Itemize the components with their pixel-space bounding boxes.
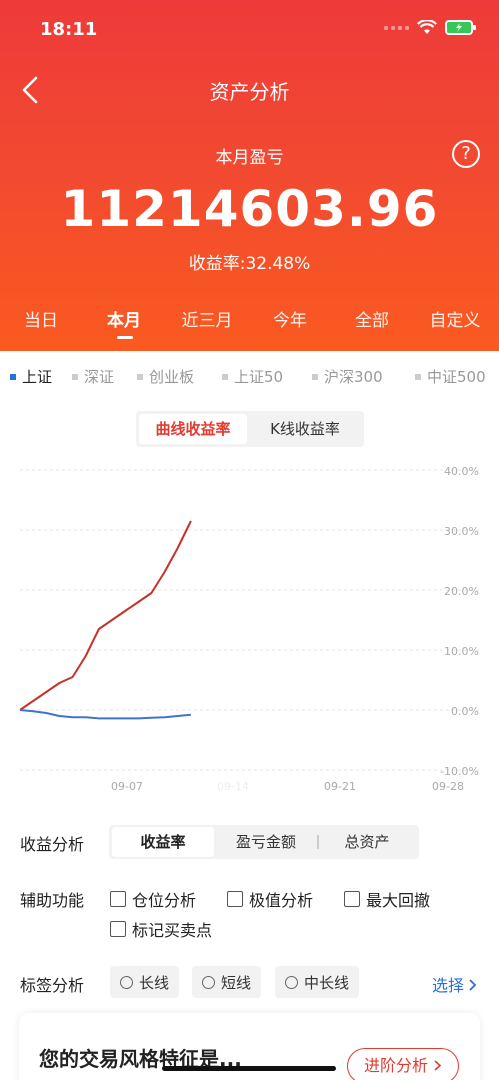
- checkbox-icon: [110, 891, 126, 907]
- income-analysis-switch: 收益率 盈亏金额 总资产: [109, 825, 419, 859]
- index-marker-icon: [72, 373, 78, 380]
- index-tab-hs300[interactable]: 沪深300: [312, 366, 383, 387]
- kline-return-button[interactable]: K线收益率: [250, 414, 360, 444]
- index-tab-sz50[interactable]: 上证50: [222, 366, 283, 387]
- tab-all[interactable]: 全部: [355, 306, 389, 331]
- index-tabs: 上证 深证 创业板 上证50 沪深300 中证500: [0, 366, 499, 388]
- return-rate: 收益率:32.48%: [188, 254, 311, 274]
- index-marker-icon: [10, 373, 16, 380]
- select-label: 选择: [432, 976, 465, 995]
- home-indicator: [162, 1066, 336, 1071]
- chip-label: 长线: [139, 973, 170, 992]
- y-tick-label: 40.0%: [444, 465, 479, 478]
- y-tick-label: 30.0%: [444, 525, 479, 538]
- income-analysis-label: 收益分析: [20, 835, 85, 854]
- return-chart: 40.0% 30.0% 20.0% 10.0% 0.0% -10.0% 09-07 09-14…: [19, 465, 480, 793]
- tab-this-year[interactable]: 今年: [273, 306, 307, 331]
- index-return-line: [19, 709, 191, 720]
- index-tab-label: 中证500: [427, 368, 486, 386]
- chip-label: 短线: [221, 973, 252, 992]
- x-tick-label: 09-21: [324, 780, 356, 793]
- index-marker-icon: [312, 373, 318, 380]
- profit-loss-label: 本月盈亏: [215, 148, 284, 168]
- chevron-right-icon: [434, 1060, 442, 1071]
- extreme-analysis-checkbox[interactable]: 极值分析: [227, 887, 313, 911]
- help-icon[interactable]: ?: [452, 140, 480, 168]
- profit-amount-option[interactable]: 盈亏金额: [215, 827, 317, 857]
- chart-mode-switch: 曲线收益率 K线收益率: [136, 411, 364, 447]
- x-tick-label: 09-07: [111, 780, 143, 793]
- checkbox-label: 仓位分析: [132, 891, 197, 910]
- tab-today[interactable]: 当日: [24, 306, 58, 331]
- checkbox-icon: [110, 921, 126, 937]
- index-tab-label: 深证: [84, 368, 115, 386]
- x-tick-label: 09-28: [432, 780, 464, 793]
- index-tab-label: 上证50: [234, 368, 284, 386]
- checkbox-label: 极值分析: [249, 891, 314, 910]
- portfolio-return-line: [19, 520, 192, 711]
- max-drawdown-checkbox[interactable]: 最大回撤: [344, 887, 430, 911]
- checkbox-icon: [227, 891, 243, 907]
- radio-icon: [120, 975, 133, 989]
- advanced-analysis-label: 进阶分析: [363, 1056, 428, 1075]
- header-panel: 18:11 资产分析 本月盈亏 ? 11214603.96 收益率:32.48%…: [0, 0, 499, 351]
- tab-custom[interactable]: 自定义: [430, 306, 481, 331]
- chip-label: 中长线: [304, 973, 350, 992]
- index-tab-sz[interactable]: 深证: [72, 366, 114, 387]
- index-tab-cyb[interactable]: 创业板: [137, 366, 194, 387]
- tab-this-month[interactable]: 本月: [107, 306, 141, 331]
- active-tab-indicator: [117, 336, 133, 339]
- wifi-icon: [417, 20, 437, 34]
- mid-long-term-chip[interactable]: 中长线: [275, 966, 360, 998]
- radio-icon: [202, 975, 215, 989]
- checkbox-label: 标记买卖点: [132, 921, 213, 940]
- chevron-right-icon: [469, 979, 477, 991]
- status-icons: [384, 20, 476, 35]
- total-assets-option[interactable]: 总资产: [317, 827, 417, 857]
- advanced-analysis-button[interactable]: 进阶分析: [347, 1048, 459, 1080]
- x-tick-label: 09-14: [217, 780, 249, 793]
- mark-trades-checkbox[interactable]: 标记买卖点: [110, 917, 212, 941]
- y-tick-label: 10.0%: [444, 645, 479, 658]
- checkbox-label: 最大回撤: [366, 891, 431, 910]
- page-title: 资产分析: [209, 80, 290, 104]
- tag-analysis-label: 标签分析: [20, 976, 85, 995]
- radio-icon: [285, 975, 298, 989]
- return-rate-option[interactable]: 收益率: [112, 827, 214, 857]
- index-marker-icon: [137, 373, 143, 380]
- profit-loss-amount: 11214603.96: [60, 180, 439, 238]
- index-tab-label: 创业板: [149, 368, 195, 386]
- index-tab-label: 沪深300: [324, 368, 383, 386]
- y-tick-label: -10.0%: [440, 765, 479, 778]
- index-marker-icon: [415, 373, 421, 380]
- period-tabs: 当日 本月 近三月 今年 全部 自定义: [0, 306, 499, 346]
- signal-icon: [384, 25, 409, 30]
- index-marker-icon: [222, 373, 228, 380]
- position-analysis-checkbox[interactable]: 仓位分析: [110, 887, 196, 911]
- index-tab-label: 上证: [22, 368, 53, 386]
- checkbox-icon: [344, 891, 360, 907]
- long-term-chip[interactable]: 长线: [110, 966, 180, 998]
- index-tab-sh[interactable]: 上证: [10, 366, 52, 387]
- status-time: 18:11: [40, 19, 98, 40]
- curve-return-button[interactable]: 曲线收益率: [139, 414, 247, 444]
- battery-icon: [445, 20, 476, 35]
- aux-function-label: 辅助功能: [20, 891, 85, 910]
- y-tick-label: 0.0%: [451, 705, 479, 718]
- select-link[interactable]: 选择: [432, 972, 478, 996]
- short-term-chip[interactable]: 短线: [192, 966, 262, 998]
- tab-three-months[interactable]: 近三月: [182, 306, 233, 331]
- index-tab-zz500[interactable]: 中证500: [415, 366, 486, 387]
- y-tick-label: 20.0%: [444, 585, 479, 598]
